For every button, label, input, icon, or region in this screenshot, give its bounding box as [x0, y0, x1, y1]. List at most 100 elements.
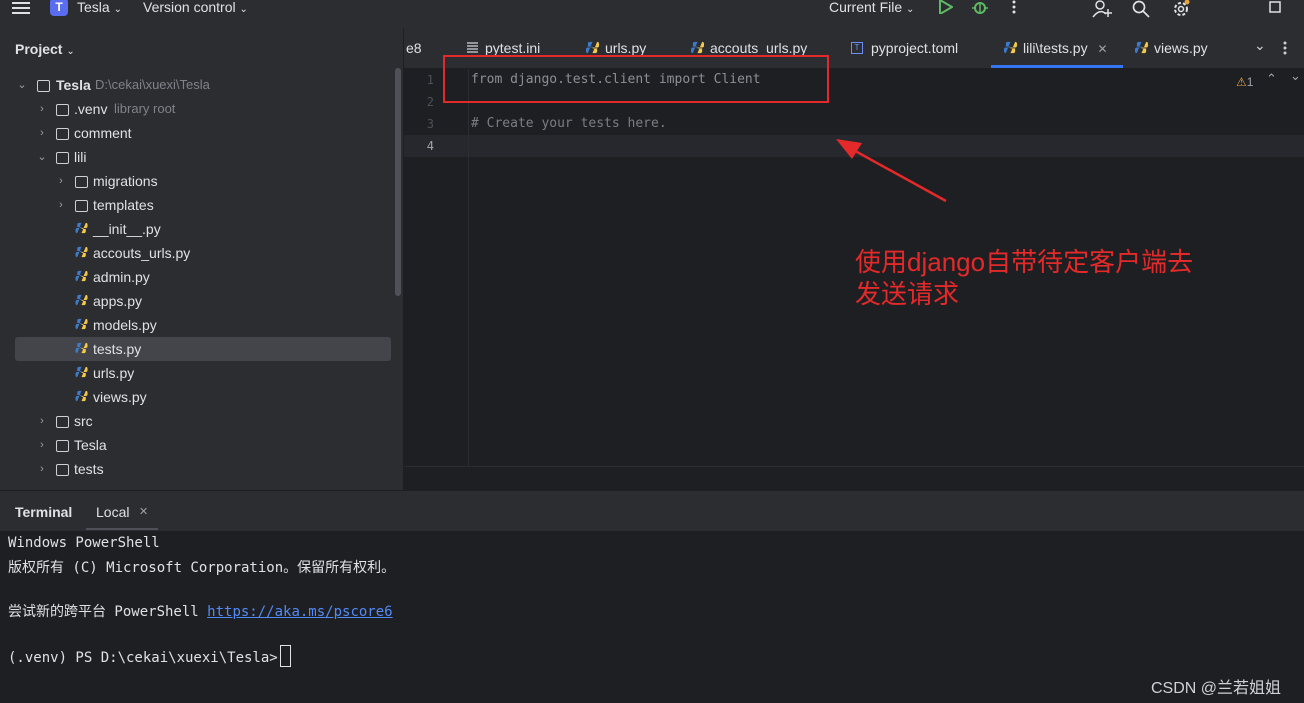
window-icon[interactable]: [1269, 1, 1281, 13]
vcs-menu[interactable]: Version control ⌄: [143, 0, 248, 15]
package-folder-icon: [56, 152, 69, 164]
watermark: CSDN @兰若姐姐: [1151, 680, 1282, 697]
chevron-down-icon: ⌄: [906, 4, 915, 15]
tree-item-label: admin.py: [93, 269, 150, 285]
tree-item-templates[interactable]: › templates: [0, 193, 390, 217]
more-icon[interactable]: [1282, 41, 1288, 55]
python-file-icon: [691, 41, 704, 54]
tree-item-label: tests.py: [93, 341, 142, 357]
tab-lili-tests-py[interactable]: lili\tests.py ✕: [1004, 28, 1108, 68]
settings-icon[interactable]: [1172, 0, 1190, 18]
tab-truncated[interactable]: e8: [406, 28, 422, 68]
python-file-icon: [75, 294, 88, 306]
tab-pyproject-toml[interactable]: T pyproject.toml: [851, 28, 958, 68]
warning-count: 1: [1246, 75, 1254, 89]
tree-item-models-py[interactable]: models.py: [0, 313, 390, 337]
chevron-down-icon[interactable]: ⌄: [1290, 68, 1301, 84]
chevron-right-icon[interactable]: ›: [36, 121, 48, 145]
search-icon[interactable]: [1132, 0, 1150, 18]
package-folder-icon: [56, 440, 69, 452]
more-icon[interactable]: [1011, 0, 1017, 14]
tree-item-src[interactable]: › src: [0, 409, 390, 433]
warning-indicator[interactable]: ⚠1: [1236, 75, 1253, 89]
terminal-line: 尝试新的跨平台 PowerShell https://aka.ms/pscore…: [8, 601, 393, 621]
tree-item-label: lili: [74, 149, 87, 165]
tree-item-tesla[interactable]: › Tesla: [0, 433, 390, 457]
python-file-icon: [75, 318, 88, 330]
terminal-cursor: [279, 645, 291, 667]
tab-views-py[interactable]: views.py: [1135, 28, 1208, 68]
annotation-text: 使用django自带待定客户端去 发送请求: [855, 246, 1235, 310]
tab-label: views.py: [1154, 40, 1208, 56]
line-number: 1: [426, 73, 434, 87]
close-icon[interactable]: ✕: [1097, 42, 1107, 56]
tree-item-tests-py[interactable]: tests.py: [15, 337, 391, 361]
chevron-right-icon[interactable]: ›: [36, 457, 48, 481]
tree-item-lili[interactable]: ⌄ lili: [0, 145, 390, 169]
run-config-selector[interactable]: Current File ⌄: [829, 0, 915, 15]
project-badge[interactable]: T: [50, 0, 68, 16]
run-config-label: Current File: [829, 0, 903, 15]
project-switcher[interactable]: Tesla ⌄: [77, 0, 122, 15]
warning-icon: ⚠: [1236, 75, 1247, 89]
debug-icon[interactable]: [972, 0, 988, 15]
chevron-down-icon[interactable]: ⌄: [1254, 37, 1266, 54]
tree-item-admin-py[interactable]: admin.py: [0, 265, 390, 289]
tab-label: accouts_urls.py: [710, 40, 808, 56]
python-file-icon: [586, 41, 599, 54]
tree-item-tests[interactable]: › tests: [0, 457, 390, 481]
tab-label: e8: [406, 40, 422, 56]
tree-item-migrations[interactable]: › migrations: [0, 169, 390, 193]
tree-item-views-py[interactable]: views.py: [0, 385, 390, 409]
close-icon[interactable]: ✕: [139, 505, 148, 518]
tree-item-tesla-root[interactable]: ⌄ Tesla D:\cekai\xuexi\Tesla: [0, 73, 390, 97]
python-file-icon: [75, 270, 88, 282]
tree-item-comment[interactable]: › comment: [0, 121, 390, 145]
tree-item-label: __init__.py: [93, 221, 161, 237]
chevron-right-icon[interactable]: ›: [36, 409, 48, 433]
terminal-prompt: (.venv) PS D:\cekai\xuexi\Tesla>: [8, 645, 291, 667]
run-icon[interactable]: [939, 0, 953, 14]
tree-item-label: apps.py: [93, 293, 143, 309]
chevron-right-icon[interactable]: ›: [55, 193, 67, 217]
add-user-icon[interactable]: [1092, 0, 1112, 18]
terminal-title[interactable]: Terminal: [15, 504, 72, 520]
python-file-icon: [1004, 41, 1017, 54]
chevron-right-icon[interactable]: ›: [55, 169, 67, 193]
tree-item-path: D:\cekai\xuexi\Tesla: [95, 77, 210, 92]
tree-item-label: views.py: [93, 389, 147, 405]
annotation-line-2: 发送请求: [855, 279, 960, 309]
python-file-icon: [75, 366, 88, 378]
prompt-text: (.venv) PS D:\cekai\xuexi\Tesla>: [8, 650, 278, 666]
tree-item-init-py[interactable]: __init__.py: [0, 217, 390, 241]
line-number: 2: [426, 95, 434, 109]
vcs-label: Version control: [143, 0, 236, 15]
chevron-right-icon[interactable]: ›: [36, 433, 48, 457]
tree-item-venv[interactable]: › .venv library root: [0, 97, 390, 121]
folder-icon: [75, 200, 88, 212]
tree-item-apps-py[interactable]: apps.py: [0, 289, 390, 313]
chevron-down-icon[interactable]: ⌄: [16, 73, 28, 97]
terminal-output[interactable]: Windows PowerShell 版权所有 (C) Microsoft Co…: [0, 531, 1304, 703]
project-pane-header[interactable]: Project ⌄: [15, 41, 75, 57]
terminal-session-tab-local[interactable]: Local ✕: [86, 496, 158, 530]
chevron-up-icon[interactable]: ⌃: [1266, 71, 1277, 87]
annotation-highlight-box: [443, 55, 829, 103]
project-pane: Project ⌄ ⌄ Tesla D:\cekai\xuexi\Tesla ›…: [0, 28, 404, 490]
tree-item-label: urls.py: [93, 365, 135, 381]
project-pane-title: Project: [15, 41, 63, 57]
project-scrollbar[interactable]: [395, 68, 401, 296]
python-file-icon: [1135, 41, 1148, 54]
code-comment-line[interactable]: # Create your tests here.: [471, 116, 667, 131]
terminal-link[interactable]: https://aka.ms/pscore6: [207, 604, 392, 620]
line-number: 3: [426, 117, 434, 131]
chevron-right-icon[interactable]: ›: [36, 97, 48, 121]
chevron-down-icon[interactable]: ⌄: [36, 145, 48, 169]
hamburger-icon[interactable]: [12, 1, 30, 15]
terminal-text: 尝试新的跨平台 PowerShell: [8, 604, 208, 620]
tree-item-label: tests: [74, 461, 104, 477]
tree-item-accouts-urls-py[interactable]: accouts_urls.py: [0, 241, 390, 265]
terminal-line: 版权所有 (C) Microsoft Corporation。保留所有权利。: [8, 560, 396, 576]
tree-item-urls-py[interactable]: urls.py: [0, 361, 390, 385]
tab-label: urls.py: [605, 40, 647, 56]
